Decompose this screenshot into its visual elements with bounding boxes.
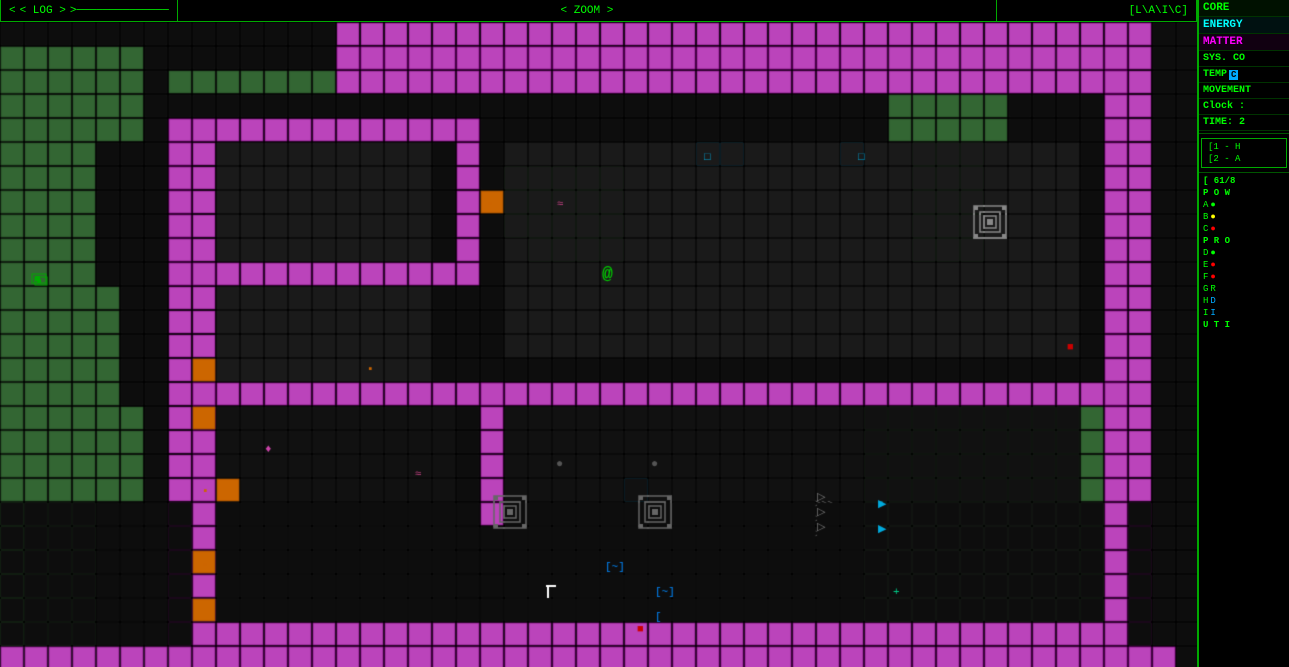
prop-row-f: F ● — [1199, 271, 1289, 283]
pow-label: P O W — [1199, 187, 1289, 199]
power-row-b: B ● — [1199, 211, 1289, 223]
prop-row-d: D ● — [1199, 247, 1289, 259]
zoom-section: < ZOOM > — [178, 0, 997, 21]
zoom-label: < ZOOM > — [561, 5, 614, 17]
power-header: [ 61/8 — [1199, 175, 1289, 187]
laic-section: [L\A\I\C] — [997, 0, 1197, 21]
panel-sys: SYS. CO — [1199, 51, 1289, 67]
dot-a: ● — [1210, 200, 1215, 210]
panel-core: CORE — [1199, 0, 1289, 17]
prop-row-e: E ● — [1199, 259, 1289, 271]
val-g: R — [1210, 284, 1215, 294]
panel-temp: TEMP C — [1199, 67, 1289, 83]
pro-label: P R O — [1199, 235, 1289, 247]
right-panel: CORE ENERGY MATTER SYS. CO TEMP C MOVEME… — [1197, 0, 1289, 667]
keybind-box: [1 - H [2 - A — [1201, 138, 1287, 168]
dot-b: ● — [1210, 212, 1215, 222]
laic-label: [L\A\I\C] — [1129, 5, 1188, 17]
panel-energy: ENERGY — [1199, 17, 1289, 34]
temp-bar: C — [1229, 70, 1238, 80]
panel-matter: MATTER — [1199, 34, 1289, 51]
keybind-2: [2 - A — [1204, 153, 1284, 165]
power-row-c: C ● — [1199, 223, 1289, 235]
separator-2 — [1199, 172, 1289, 173]
power-row-a: A ● — [1199, 199, 1289, 211]
log-label: < LOG > — [16, 5, 70, 17]
prop-row-h: H D — [1199, 295, 1289, 307]
panel-movement: MOVEMENT — [1199, 83, 1289, 99]
main-container: < < LOG > >────────────── < ZOOM > [L\A\… — [0, 0, 1289, 667]
log-section[interactable]: < < LOG > >────────────── — [0, 0, 178, 21]
val-i: I — [1210, 308, 1215, 318]
val-h: D — [1210, 296, 1215, 306]
game-canvas — [0, 22, 1197, 667]
dot-d: ● — [1210, 248, 1215, 258]
panel-time: TIME: 2 — [1199, 115, 1289, 131]
dot-e: ● — [1210, 260, 1215, 270]
log-arrow-left: < — [9, 5, 16, 17]
dot-c: ● — [1210, 224, 1215, 234]
prop-row-i: I I — [1199, 307, 1289, 319]
top-bar: < < LOG > >────────────── < ZOOM > [L\A\… — [0, 0, 1197, 22]
dot-f: ● — [1210, 272, 1215, 282]
log-arrow-right: >────────────── — [70, 5, 169, 17]
game-area: < < LOG > >────────────── < ZOOM > [L\A\… — [0, 0, 1197, 667]
panel-clock: Clock : — [1199, 99, 1289, 115]
uti-label: U T I — [1199, 319, 1289, 331]
keybind-1: [1 - H — [1204, 141, 1284, 153]
prop-row-g: G R — [1199, 283, 1289, 295]
map-container — [0, 22, 1197, 667]
separator-1 — [1199, 133, 1289, 134]
